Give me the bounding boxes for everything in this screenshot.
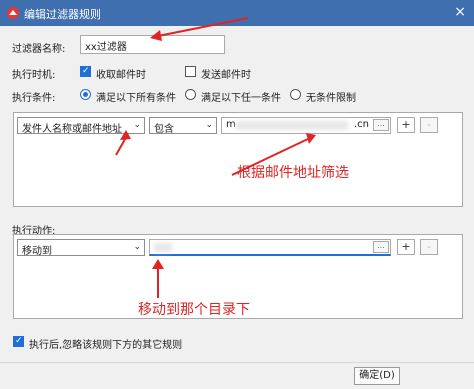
- ok-button[interactable]: 确定(D): [354, 367, 400, 385]
- footer-divider: [0, 362, 474, 363]
- skip-rules-checkbox[interactable]: [13, 336, 24, 347]
- skip-rules-label: 执行后,忽略该规则下方的其它规则: [29, 340, 183, 351]
- red-arrow-icon: [115, 17, 316, 298]
